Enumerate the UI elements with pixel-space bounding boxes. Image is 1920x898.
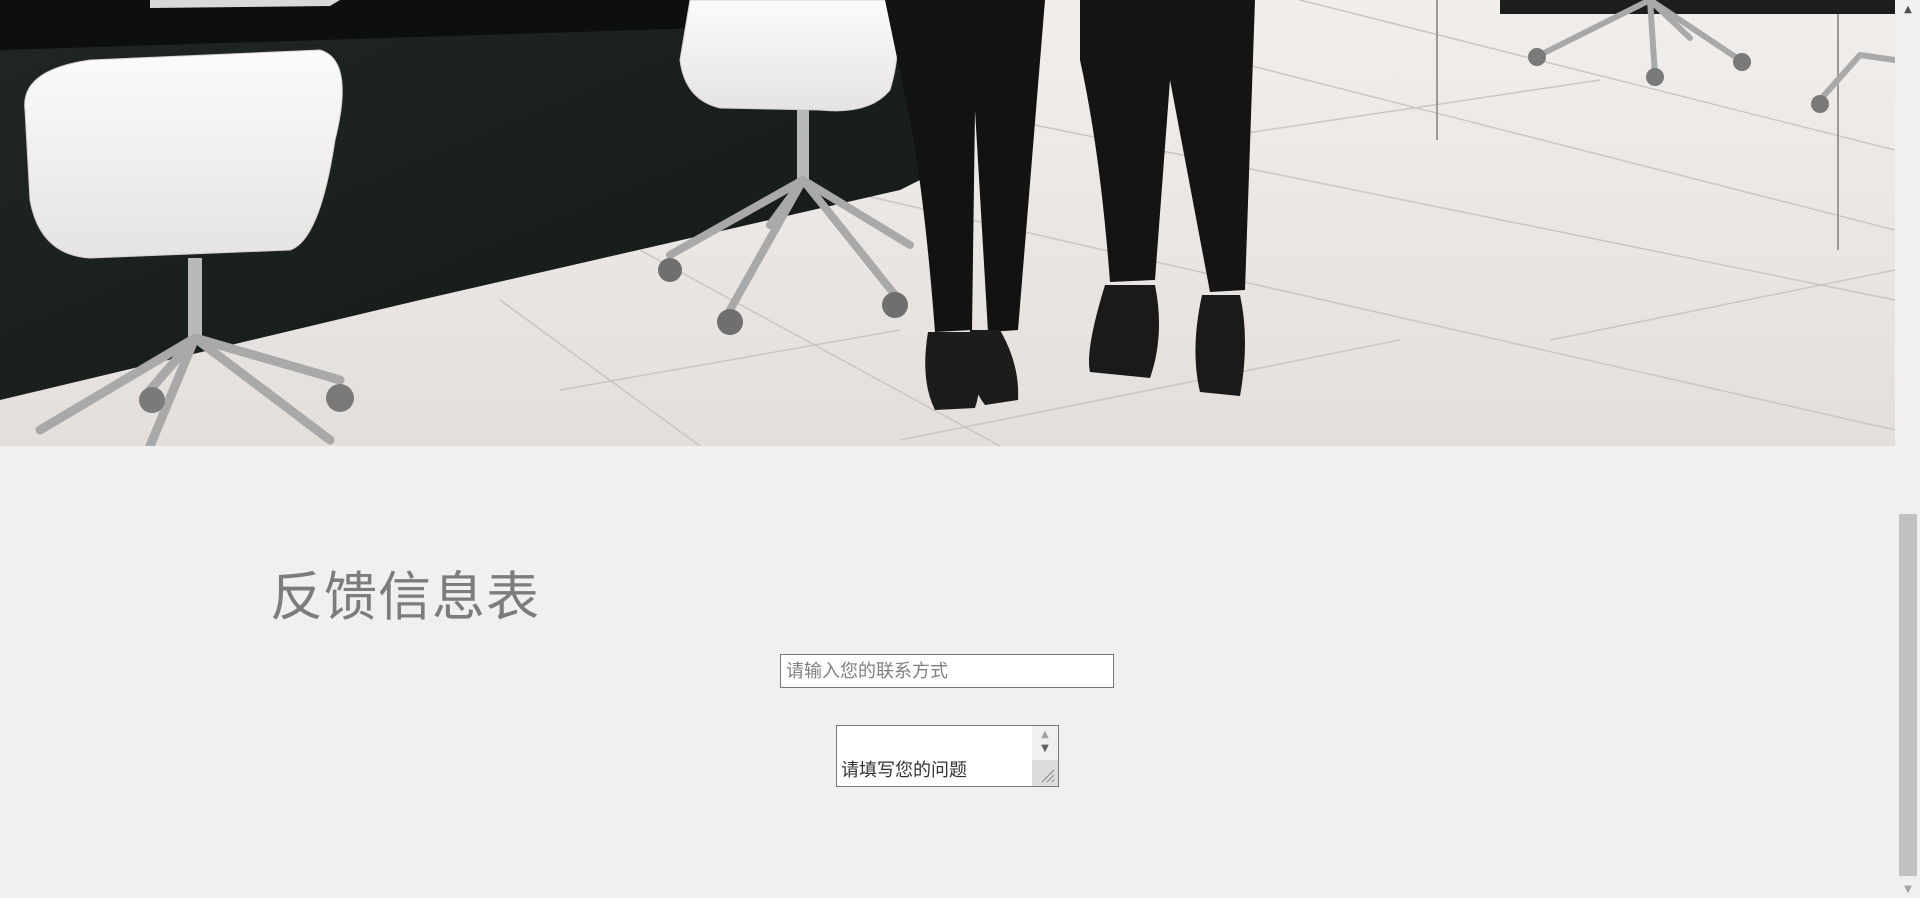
textarea-scrollbar[interactable]: ▲ ▼: [1032, 726, 1058, 786]
resize-grip-icon[interactable]: [1032, 760, 1058, 786]
office-photo-illustration: [0, 0, 1895, 446]
scrollbar-thumb[interactable]: [1899, 514, 1917, 876]
page-scrollbar[interactable]: ▲ ▼: [1896, 0, 1920, 898]
contact-input[interactable]: [780, 654, 1114, 688]
hero-office-photo: [0, 0, 1895, 446]
resize-grip-lines: [1041, 769, 1055, 783]
page: 反馈信息表 请填写您的问题 ▲ ▼ ▲ ▼: [0, 0, 1920, 898]
page-title: 反馈信息表: [270, 567, 540, 628]
scroll-up-arrow-icon[interactable]: ▲: [1896, 0, 1920, 18]
question-text: 请填写您的问题: [841, 760, 967, 781]
scroll-down-arrow-icon[interactable]: ▼: [1896, 880, 1920, 898]
question-textarea[interactable]: 请填写您的问题 ▲ ▼: [836, 725, 1059, 787]
scroll-down-icon[interactable]: ▼: [1032, 741, 1058, 755]
scroll-up-icon[interactable]: ▲: [1032, 727, 1058, 741]
